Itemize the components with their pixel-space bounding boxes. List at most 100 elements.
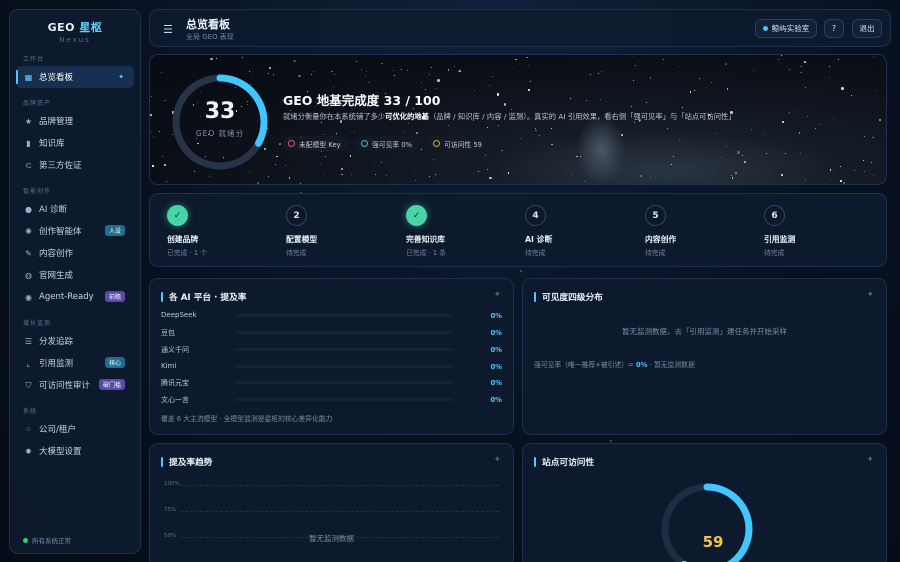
platform-value: 0% — [490, 396, 502, 404]
step-status: 待完成 — [286, 249, 307, 257]
star-dot — [726, 88, 729, 90]
step-create-brand[interactable]: ✓ 创建品牌 已完成 · 1 个 — [167, 205, 207, 257]
star-dot — [415, 180, 417, 182]
sparkle-icon: ✦ — [866, 290, 874, 300]
star-dot — [161, 156, 163, 158]
star-dot — [793, 110, 795, 112]
step-knowledge[interactable]: ✓ 完善知识库 已完成 · 1 条 — [406, 205, 446, 257]
section-title-system: 系统 — [23, 408, 38, 415]
star-dot — [863, 171, 865, 173]
star-dot — [662, 58, 664, 60]
sidebar-item-label: 知识库 — [39, 139, 65, 149]
star-dot — [503, 103, 507, 106]
star-dot — [672, 156, 674, 158]
star-dot — [828, 180, 830, 182]
sidebar-item-accessibility[interactable]: ⛉ 可访问性审计 破门槛 — [16, 374, 134, 396]
star-dot — [365, 75, 367, 77]
sidebar-item-agent[interactable]: ✺ 创作智能体 人设 — [16, 220, 134, 242]
visibility-formula: 强可见率（唯一推荐+被引述）= 0% · 暂无监测数据 — [534, 359, 695, 369]
step-citation[interactable]: 6 引用监测 待完成 — [764, 205, 795, 257]
mention-trend-panel: 提及率趋势 ✦ 100% 75% 50% 暂无监测数据 — [149, 443, 514, 562]
sidebar-item-evidence[interactable]: ⊂ 第三方佐证 — [16, 154, 134, 176]
step-check-icon: ✓ — [167, 205, 188, 226]
platform-note: 覆盖 6 大主流模型 · 全模型监测是星枢的核心差异化能力 — [161, 415, 333, 423]
sidebar-item-overview[interactable]: ▦ 总览看板 ✦ — [16, 66, 134, 88]
star-dot — [381, 62, 383, 65]
logout-button[interactable]: 退出 — [852, 19, 882, 38]
star-dot — [840, 180, 842, 182]
sidebar-item-distribution[interactable]: ☰ 分发追踪 — [16, 330, 134, 352]
help-button[interactable]: ? — [824, 19, 844, 38]
star-dot — [528, 89, 530, 91]
workspace-switcher[interactable]: 鲸屿实验室 — [755, 19, 817, 38]
sidebar-item-knowledge[interactable]: ▮ 知识库 — [16, 132, 134, 154]
chip-status-icon — [288, 140, 295, 147]
star-dot — [406, 69, 408, 71]
star-dot — [599, 98, 601, 100]
star-dot — [699, 77, 701, 79]
sidebar-item-brand[interactable]: ★ 品牌管理 — [16, 110, 134, 132]
sidebar-item-website[interactable]: ◍ 官网生成 — [16, 264, 134, 286]
panel-title: 站点可访问性 — [534, 455, 594, 468]
chip-visibility[interactable]: 强可见率 0% — [356, 136, 420, 151]
platform-value: 0% — [490, 363, 502, 371]
star-dot — [430, 66, 432, 68]
star-dot — [833, 118, 835, 120]
star-dot — [436, 87, 438, 89]
star-dot — [635, 65, 637, 67]
star-dot — [752, 69, 754, 71]
sidebar-item-label: 引用监测 — [39, 359, 74, 369]
star-dot — [420, 82, 422, 84]
sidebar-item-citation[interactable]: ⌞ 引用监测 核心 — [16, 352, 134, 374]
star-dot — [716, 132, 718, 134]
step-number: 5 — [645, 205, 666, 226]
sidebar-item-label: Agent-Ready — [39, 292, 94, 302]
chip-model-key[interactable]: 未配模型 Key — [283, 136, 348, 151]
info-icon: ● — [25, 204, 32, 214]
star-dot — [160, 72, 162, 74]
sidebar-item-agent-ready[interactable]: ◉ Agent-Ready 前瞻 — [16, 286, 134, 308]
visibility-distribution-panel: 可见度四级分布 ✦ 暂无监测数据，去「引用监测」建任务并开始采样 强可见率（唯一… — [522, 278, 887, 435]
sidebar-item-label: 公司/租户 — [39, 425, 76, 435]
sidebar-item-label: 第三方佐证 — [39, 161, 82, 171]
step-name: 完善知识库 — [406, 235, 445, 244]
star-dot — [862, 159, 865, 162]
star-dot — [403, 130, 406, 133]
star-dot — [711, 82, 713, 84]
y-tick-label: 75% — [164, 507, 177, 513]
sidebar-item-label: 官网生成 — [39, 271, 74, 281]
star-dot — [632, 56, 634, 57]
star-dot — [667, 128, 669, 130]
star-dot — [804, 61, 806, 63]
sidebar-item-label: 创作智能体 — [39, 227, 82, 237]
star-dot — [323, 173, 325, 175]
step-number: 4 — [525, 205, 546, 226]
star-dot — [210, 57, 213, 61]
star-dot — [837, 59, 839, 61]
step-content[interactable]: 5 内容创作 待完成 — [645, 205, 676, 257]
step-ai-diagnosis[interactable]: 4 AI 诊断 待完成 — [525, 205, 552, 257]
star-dot — [332, 86, 334, 88]
step-check-icon: ✓ — [406, 205, 427, 226]
star-dot — [843, 182, 845, 184]
sidebar-item-diagnosis[interactable]: ● AI 诊断 — [16, 198, 134, 220]
star-dot — [491, 75, 493, 77]
gear-icon: ✹ — [25, 446, 32, 456]
step-config-model[interactable]: 2 配置模型 待完成 — [286, 205, 317, 257]
star-dot — [208, 176, 210, 178]
star-dot — [496, 93, 500, 96]
chip-label: 强可见率 0% — [372, 140, 413, 149]
sidebar-item-content[interactable]: ✎ 内容创作 — [16, 242, 134, 264]
menu-icon[interactable]: ☰ — [163, 23, 173, 36]
star-dot — [486, 127, 488, 129]
star-icon: ★ — [24, 116, 33, 126]
star-dot — [780, 55, 782, 57]
sidebar-item-tenant[interactable]: ⁘ 公司/租户 — [16, 418, 134, 440]
star-dot — [751, 128, 753, 130]
chip-accessibility[interactable]: 可访问性 59 — [428, 136, 489, 151]
platform-value: 0% — [490, 346, 502, 354]
sidebar-item-label: 大模型设置 — [39, 447, 82, 457]
star-dot — [535, 127, 537, 129]
star-dot — [150, 114, 152, 116]
sidebar-item-model-settings[interactable]: ✹ 大模型设置 — [16, 440, 134, 462]
